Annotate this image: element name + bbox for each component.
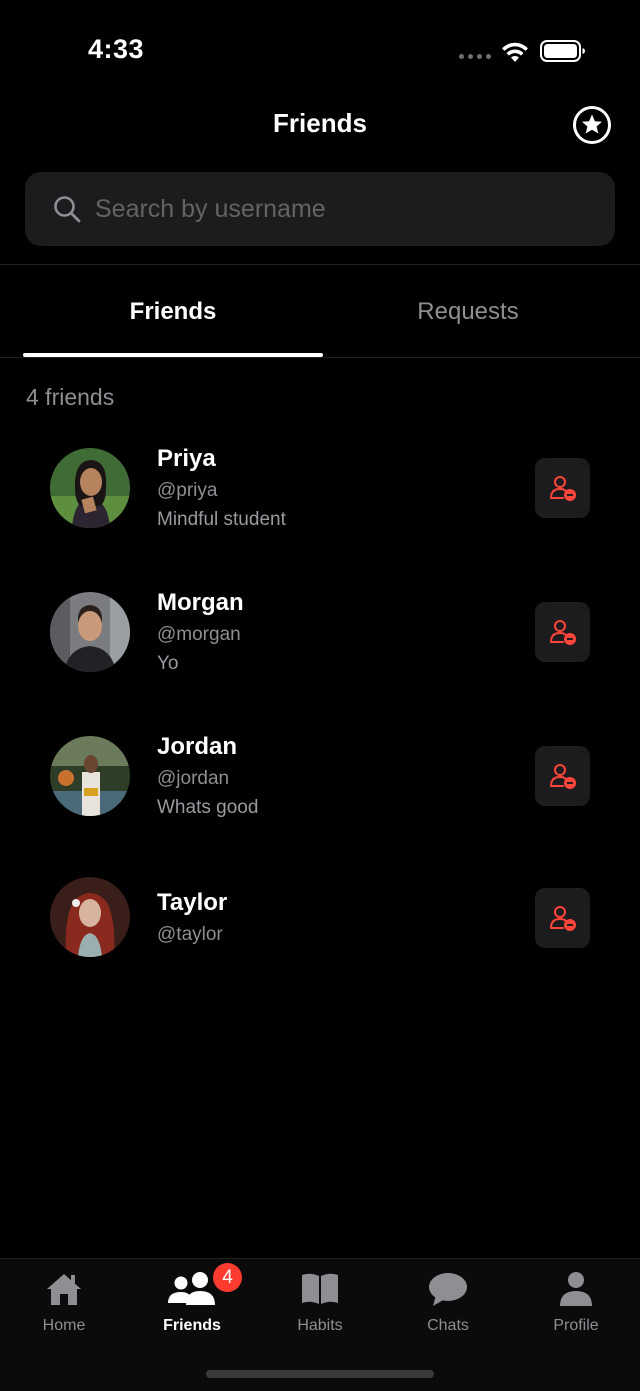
star-circle-icon[interactable] xyxy=(572,105,612,145)
tab-habits[interactable]: Habits xyxy=(256,1259,384,1349)
friend-count: 4 friends xyxy=(26,384,115,410)
tab-label: Home xyxy=(42,1317,86,1334)
home-indicator[interactable] xyxy=(206,1370,434,1378)
search-icon xyxy=(54,196,81,223)
tab-chats[interactable]: Chats xyxy=(384,1259,512,1349)
friend-name: Morgan xyxy=(157,589,244,616)
friend-handle: @jordan xyxy=(157,768,230,789)
tab-label: Friends xyxy=(163,1317,221,1334)
friend-row-taylor[interactable]: Taylor @taylor xyxy=(0,869,640,969)
friend-name: Jordan xyxy=(157,733,238,760)
chat-bubble-icon xyxy=(429,1273,467,1306)
friend-row-jordan[interactable]: Jordan @jordan Whats good xyxy=(0,728,640,828)
battery-icon xyxy=(540,40,585,62)
friend-bio: Yo xyxy=(157,653,179,674)
status-time: 4:33 xyxy=(88,34,145,64)
tab-home[interactable]: Home xyxy=(0,1259,128,1349)
people-icon xyxy=(168,1272,215,1305)
search-bar[interactable] xyxy=(25,172,615,246)
person-remove-icon xyxy=(549,906,576,931)
tab-requests[interactable]: Requests xyxy=(318,298,618,342)
avatar xyxy=(50,736,130,816)
house-icon xyxy=(47,1274,81,1305)
friend-name: Priya xyxy=(157,445,216,472)
search-input[interactable] xyxy=(95,172,595,246)
book-icon xyxy=(302,1273,338,1304)
friend-bio: Mindful student xyxy=(157,509,286,530)
tab-profile[interactable]: Profile xyxy=(512,1259,640,1349)
divider xyxy=(0,357,640,358)
person-remove-icon xyxy=(549,764,576,789)
remove-friend-button[interactable] xyxy=(535,746,590,806)
person-remove-icon xyxy=(549,620,576,645)
tab-label: Chats xyxy=(427,1317,469,1334)
friend-row-priya[interactable]: Priya @priya Mindful student xyxy=(0,440,640,540)
friend-row-morgan[interactable]: Morgan @morgan Yo xyxy=(0,584,640,684)
tab-label: Profile xyxy=(553,1317,599,1334)
friend-handle: @priya xyxy=(157,480,218,501)
status-bar: 4:33 xyxy=(0,0,640,100)
divider xyxy=(0,264,640,265)
avatar xyxy=(50,877,130,957)
wifi-icon xyxy=(502,42,528,62)
friend-handle: @taylor xyxy=(157,924,223,945)
remove-friend-button[interactable] xyxy=(535,888,590,948)
remove-friend-button[interactable] xyxy=(535,458,590,518)
tab-friends[interactable]: Friends xyxy=(23,298,323,342)
friend-name: Taylor xyxy=(157,889,228,916)
friends-notification-badge: 4 xyxy=(213,1263,242,1292)
signal-dots-icon xyxy=(459,54,491,62)
avatar xyxy=(50,448,130,528)
person-remove-icon xyxy=(549,476,576,501)
friend-handle: @morgan xyxy=(157,624,241,645)
avatar xyxy=(50,592,130,672)
page-title: Friends xyxy=(273,108,367,138)
friend-bio: Whats good xyxy=(157,797,259,818)
person-icon xyxy=(560,1272,592,1306)
tab-label: Habits xyxy=(297,1317,343,1334)
remove-friend-button[interactable] xyxy=(535,602,590,662)
